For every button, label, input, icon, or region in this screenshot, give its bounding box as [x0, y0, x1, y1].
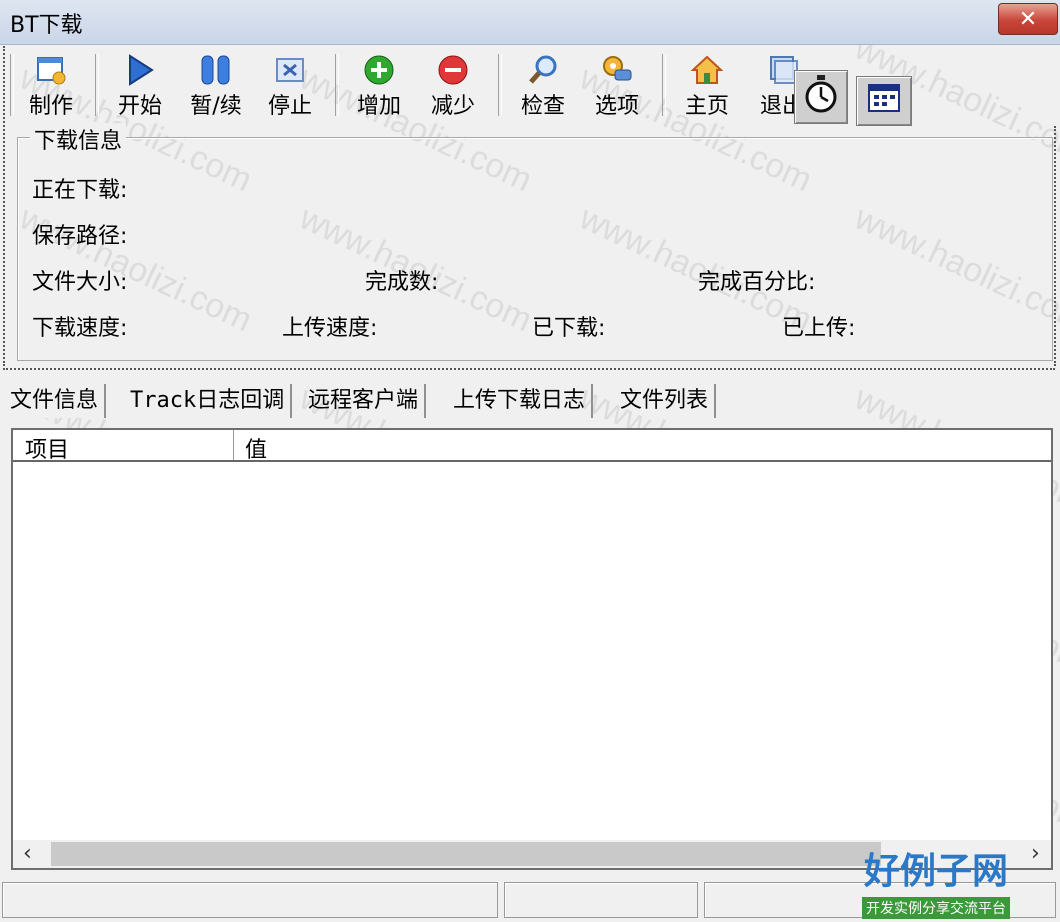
remove-button-label: 减少	[430, 94, 475, 119]
pause-icon	[199, 54, 233, 92]
file-size-label: 文件大小:	[32, 270, 128, 295]
column-divider[interactable]	[233, 430, 234, 460]
status-panel	[2, 882, 498, 918]
download-info-title: 下载信息	[30, 123, 127, 155]
start-button-label: 开始	[117, 94, 162, 119]
add-button[interactable]: 增加	[343, 52, 415, 122]
play-icon	[124, 54, 156, 92]
stopwatch-icon	[803, 74, 839, 120]
home-button-label: 主页	[684, 94, 729, 119]
scroll-right-icon[interactable]: ›	[1031, 841, 1040, 866]
tab-file-info[interactable]: 文件信息	[4, 384, 107, 418]
close-icon: ✕	[1018, 6, 1038, 32]
frame-border-dotted	[1054, 126, 1058, 366]
stop-button[interactable]: 停止	[254, 52, 326, 122]
tab-label: 上传下载日志	[453, 388, 586, 413]
downloaded-label: 已下载:	[532, 316, 606, 341]
column-header-value[interactable]: 值	[245, 432, 267, 464]
scroll-left-icon[interactable]: ‹	[23, 841, 32, 866]
toolbar-separator	[95, 54, 99, 116]
start-button[interactable]: 开始	[104, 52, 176, 122]
scrollbar-thumb[interactable]	[51, 842, 881, 866]
upload-speed-label: 上传速度:	[282, 316, 378, 341]
home-icon	[690, 54, 724, 92]
save-path-label: 保存路径:	[32, 224, 128, 249]
stop-icon	[274, 54, 306, 92]
download-speed-label: 下载速度:	[32, 316, 128, 341]
plus-circle-icon	[363, 54, 395, 92]
toolbar-separator	[662, 54, 666, 116]
window-title: BT下载	[10, 13, 83, 38]
file-info-list[interactable]: 项目 值 ‹ ›	[11, 428, 1053, 870]
minus-circle-icon	[437, 54, 469, 92]
toolbar-separator	[498, 54, 502, 116]
make-button-label: 制作	[28, 94, 73, 119]
remove-button[interactable]: 减少	[417, 52, 489, 122]
calendar-window-icon	[867, 83, 901, 119]
window-gear-icon	[35, 54, 67, 92]
site-logo: 好例子网 开发实例分享交流平台	[848, 842, 1024, 919]
magnifier-icon	[527, 54, 559, 92]
pause-resume-button[interactable]: 暂/续	[180, 52, 252, 122]
check-button-label: 检查	[520, 94, 565, 119]
close-button[interactable]: ✕	[998, 3, 1058, 35]
check-button[interactable]: 检查	[507, 52, 579, 122]
logo-subtitle: 开发实例分享交流平台	[862, 897, 1010, 919]
frame-border-dotted	[3, 368, 1055, 370]
tab-label: 文件信息	[10, 388, 99, 413]
status-panel	[504, 882, 698, 918]
options-button[interactable]: 选项	[581, 52, 653, 122]
schedule-button[interactable]	[856, 76, 912, 126]
list-header: 项目 值	[13, 430, 1051, 464]
tab-track-log[interactable]: Track日志回调	[124, 384, 293, 418]
tab-file-list[interactable]: 文件列表	[614, 384, 717, 418]
stop-button-label: 停止	[267, 94, 312, 119]
tab-remote-client[interactable]: 远程客户端	[302, 384, 427, 418]
make-button[interactable]: 制作	[15, 52, 87, 122]
pause-resume-button-label: 暂/续	[190, 94, 242, 119]
downloading-label: 正在下载:	[32, 178, 128, 203]
tab-label: 远程客户端	[308, 388, 419, 413]
completed-count-label: 完成数:	[365, 270, 439, 295]
logo-title: 好例子网	[863, 850, 1008, 892]
options-icon	[601, 54, 633, 92]
completed-percent-label: 完成百分比:	[698, 270, 816, 295]
uploaded-label: 已上传:	[782, 316, 856, 341]
toolbar-separator	[10, 54, 14, 116]
tab-transfer-log[interactable]: 上传下载日志	[447, 384, 594, 418]
toolbar-separator	[335, 54, 339, 116]
column-header-item[interactable]: 项目	[25, 432, 69, 464]
home-button[interactable]: 主页	[671, 52, 743, 122]
options-button-label: 选项	[594, 94, 639, 119]
tab-label: Track日志回调	[130, 388, 285, 413]
timer-button[interactable]	[794, 70, 848, 124]
add-button-label: 增加	[356, 94, 401, 119]
tab-label: 文件列表	[620, 388, 709, 413]
title-bar[interactable]: BT下载 ✕	[0, 0, 1060, 45]
